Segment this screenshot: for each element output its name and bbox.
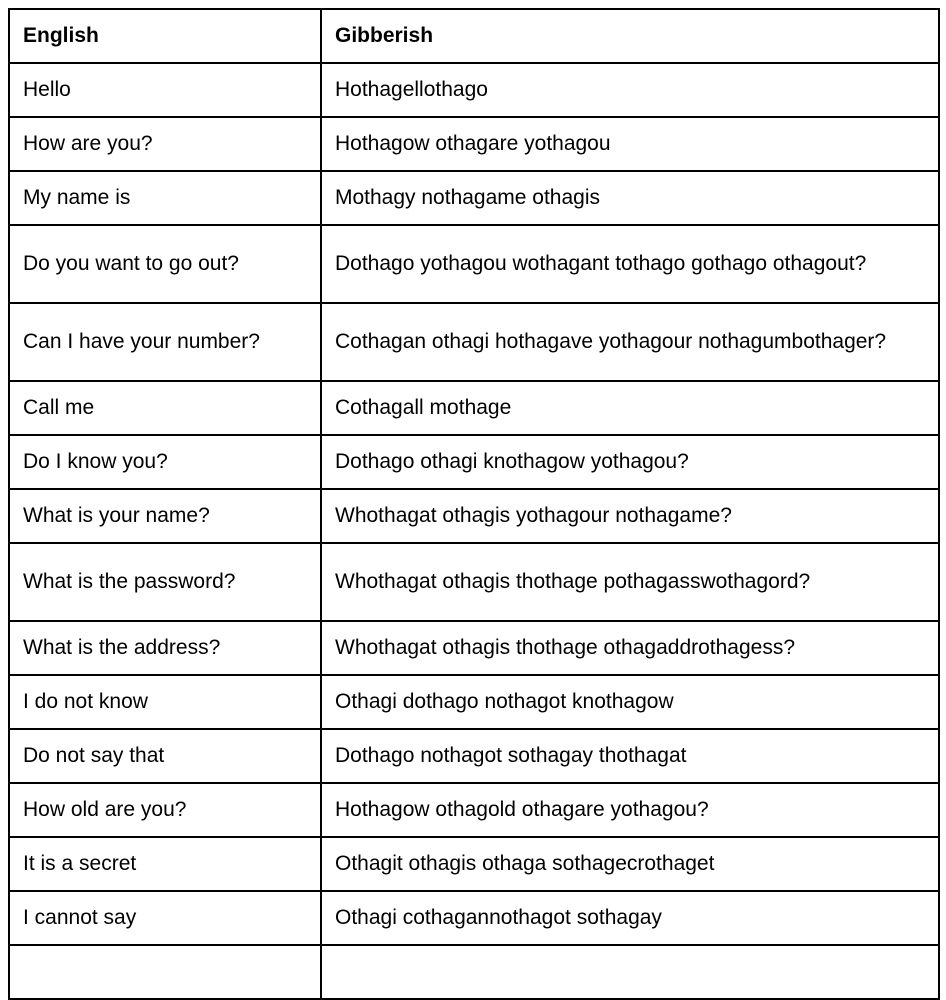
cell-english: What is your name? xyxy=(8,488,322,544)
cell-gibberish-text: Whothagat othagis thothage othagaddrotha… xyxy=(335,636,796,660)
table-header-row: English Gibberish xyxy=(8,8,940,64)
cell-english: What is the address? xyxy=(8,620,322,676)
cell-english: What is the password? xyxy=(8,542,322,622)
cell-gibberish: Whothagat othagis thothage pothagasswoth… xyxy=(320,542,940,622)
cell-english-text: Can I have your number? xyxy=(23,330,260,354)
cell-gibberish: Hothagellothago xyxy=(320,62,940,118)
cell-gibberish-text: Cothagall mothage xyxy=(335,396,512,420)
cell-gibberish-text: Dothago yothagou wothagant tothago gotha… xyxy=(335,252,867,276)
cell-english-text: Do I know you? xyxy=(23,450,168,474)
cell-english: I do not know xyxy=(8,674,322,730)
cell-gibberish-text: Whothagat othagis yothagour nothagame? xyxy=(335,504,732,528)
cell-english-text: What is your name? xyxy=(23,504,210,528)
cell-english: It is a secret xyxy=(8,836,322,892)
cell-gibberish-text: Whothagat othagis thothage pothagasswoth… xyxy=(335,570,811,594)
cell-english: How old are you? xyxy=(8,782,322,838)
table-row: What is the address? Whothagat othagis th… xyxy=(8,620,940,676)
cell-gibberish-text: Othagit othagis othaga sothagecrothaget xyxy=(335,852,715,876)
table-header: English Gibberish xyxy=(8,8,940,64)
table-row: My name is Mothagy nothagame othagis xyxy=(8,170,940,226)
cell-english-text: Do not say that xyxy=(23,744,165,768)
cell-gibberish-text: Cothagan othagi hothagave yothagour noth… xyxy=(335,330,887,354)
table-row: Do not say that Dothago nothagot sothagay… xyxy=(8,728,940,784)
table-row: I do not know Othagi dothago nothagot kno… xyxy=(8,674,940,730)
cell-english xyxy=(8,944,322,1000)
table-row: Call me Cothagall mothage xyxy=(8,380,940,436)
cell-gibberish: Whothagat othagis thothage othagaddrotha… xyxy=(320,620,940,676)
cell-english-text: It is a secret xyxy=(23,852,137,876)
cell-english: How are you? xyxy=(8,116,322,172)
cell-english-text: Call me xyxy=(23,396,95,420)
cell-english: Call me xyxy=(8,380,322,436)
phrasebook-table: English Gibberish Hello Hothagellothago Ho… xyxy=(8,8,940,1000)
document-page: English Gibberish Hello Hothagellothago Ho… xyxy=(0,0,946,1000)
cell-english: Do not say that xyxy=(8,728,322,784)
cell-gibberish-text: Mothagy nothagame othagis xyxy=(335,186,601,210)
cell-gibberish xyxy=(320,944,940,1000)
cell-gibberish: Dothago othagi knothagow yothagou? xyxy=(320,434,940,490)
cell-english-text: How are you? xyxy=(23,132,153,156)
table-row: How are you? Hothagow othagare yothagou xyxy=(8,116,940,172)
table-row: Hello Hothagellothago xyxy=(8,62,940,118)
cell-english: Hello xyxy=(8,62,322,118)
cell-gibberish: Whothagat othagis yothagour nothagame? xyxy=(320,488,940,544)
table-row: What is your name? Whothagat othagis yoth… xyxy=(8,488,940,544)
cell-english: Do I know you? xyxy=(8,434,322,490)
table-row: It is a secret Othagit othagis othaga sot… xyxy=(8,836,940,892)
cell-gibberish: Othagi dothago nothagot knothagow xyxy=(320,674,940,730)
cell-gibberish: Othagi cothagannothagot sothagay xyxy=(320,890,940,946)
cell-gibberish-text: Hothagellothago xyxy=(335,78,488,102)
cell-english-text: What is the address? xyxy=(23,636,221,660)
cell-english: Do you want to go out? xyxy=(8,224,322,304)
cell-english: My name is xyxy=(8,170,322,226)
table-row: Can I have your number? Cothagan othagi h… xyxy=(8,302,940,382)
cell-gibberish: Mothagy nothagame othagis xyxy=(320,170,940,226)
cell-english: Can I have your number? xyxy=(8,302,322,382)
cell-english-text: What is the password? xyxy=(23,570,236,594)
table-row: I cannot say Othagi cothagannothagot soth… xyxy=(8,890,940,946)
table-row: What is the password? Whothagat othagis t… xyxy=(8,542,940,622)
cell-gibberish-text: Hothagow othagare yothagou xyxy=(335,132,611,156)
table-row: Do I know you? Dothago othagi knothagow y… xyxy=(8,434,940,490)
cell-english-text: Do you want to go out? xyxy=(23,252,239,276)
cell-gibberish: Cothagall mothage xyxy=(320,380,940,436)
cell-gibberish: Dothago yothagou wothagant tothago gotha… xyxy=(320,224,940,304)
table-row: How old are you? Hothagow othagold othaga… xyxy=(8,782,940,838)
cell-gibberish: Dothago nothagot sothagay thothagat xyxy=(320,728,940,784)
cell-gibberish-text: Dothago nothagot sothagay thothagat xyxy=(335,744,687,768)
cell-gibberish-text: Dothago othagi knothagow yothagou? xyxy=(335,450,689,474)
cell-gibberish-text: Hothagow othagold othagare yothagou? xyxy=(335,798,709,822)
cell-gibberish: Hothagow othagare yothagou xyxy=(320,116,940,172)
cell-english-text: I cannot say xyxy=(23,906,137,930)
cell-english-text: I do not know xyxy=(23,690,148,714)
table-body: Hello Hothagellothago How are you? Hothagow… xyxy=(8,62,940,1000)
table-row xyxy=(8,944,940,1000)
column-header-gibberish: Gibberish xyxy=(320,8,940,64)
cell-english: I cannot say xyxy=(8,890,322,946)
cell-gibberish: Hothagow othagold othagare yothagou? xyxy=(320,782,940,838)
column-header-english: English xyxy=(8,8,322,64)
cell-gibberish-text: Othagi cothagannothagot sothagay xyxy=(335,906,662,930)
cell-english-text: Hello xyxy=(23,78,71,102)
cell-gibberish-text: Othagi dothago nothagot knothagow xyxy=(335,690,674,714)
cell-gibberish: Cothagan othagi hothagave yothagour noth… xyxy=(320,302,940,382)
cell-english-text: How old are you? xyxy=(23,798,187,822)
table-row: Do you want to go out? Dothago yothagou w… xyxy=(8,224,940,304)
cell-english-text: My name is xyxy=(23,186,131,210)
cell-gibberish: Othagit othagis othaga sothagecrothaget xyxy=(320,836,940,892)
